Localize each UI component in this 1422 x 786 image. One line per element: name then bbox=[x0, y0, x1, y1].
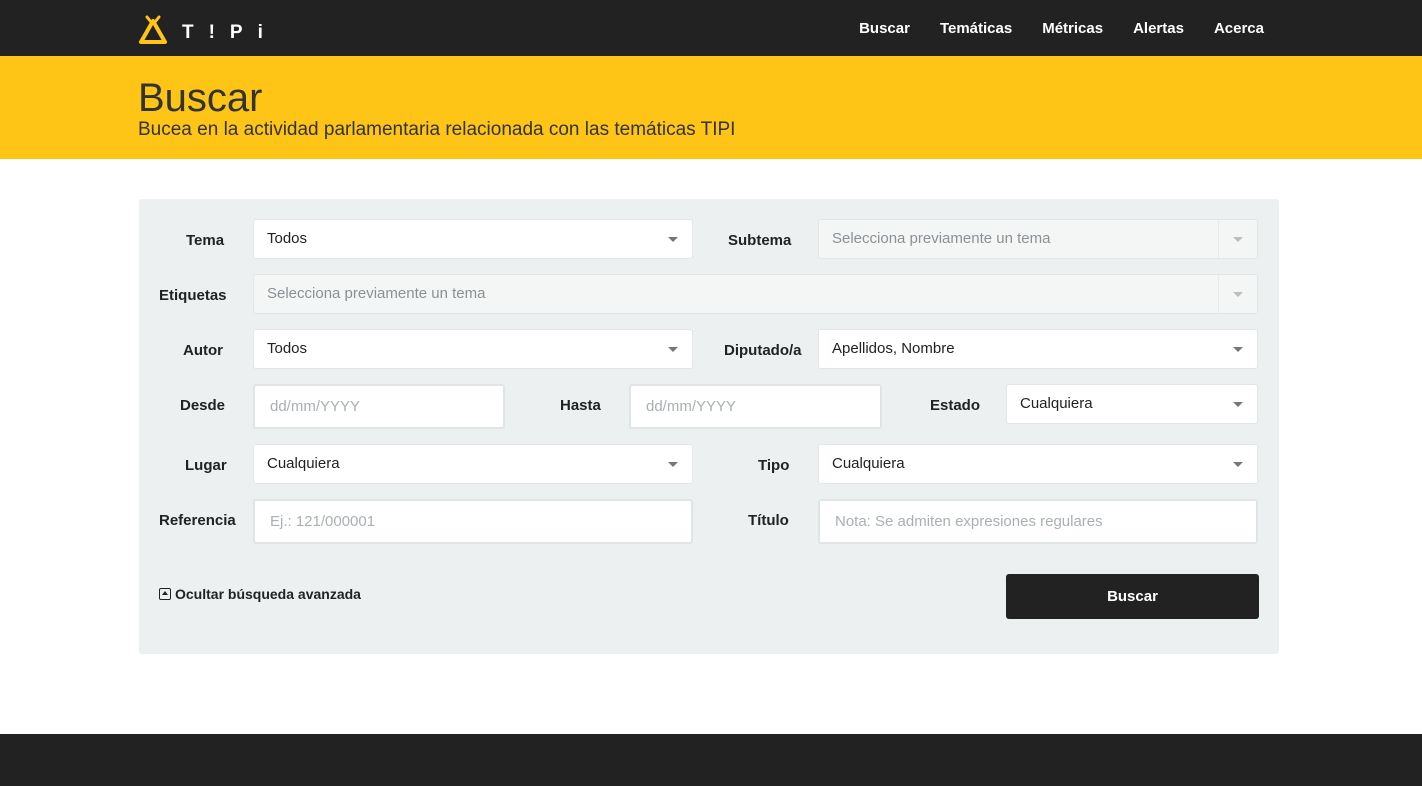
chevron-down-icon bbox=[1233, 402, 1243, 407]
tipi-tent-icon bbox=[139, 15, 167, 44]
collapse-up-icon bbox=[159, 588, 171, 600]
titulo-input[interactable] bbox=[818, 499, 1258, 544]
subtema-label: Subtema bbox=[728, 232, 792, 249]
autor-select[interactable]: Todos bbox=[253, 329, 693, 369]
subtema-value: Selecciona previamente un tema bbox=[832, 230, 1051, 247]
toggle-advanced-search[interactable]: Ocultar búsqueda avanzada bbox=[159, 586, 361, 602]
estado-select[interactable]: Cualquiera bbox=[1006, 384, 1258, 424]
page-header: Buscar Bucea en la actividad parlamentar… bbox=[0, 56, 1422, 159]
search-button[interactable]: Buscar bbox=[1006, 574, 1259, 619]
hasta-date-input[interactable] bbox=[629, 384, 882, 429]
toggle-advanced-label: Ocultar búsqueda avanzada bbox=[175, 586, 361, 602]
hasta-label: Hasta bbox=[560, 397, 601, 414]
chevron-down-icon bbox=[668, 347, 678, 352]
chevron-down-icon bbox=[668, 237, 678, 242]
page-title: Buscar bbox=[138, 76, 263, 120]
lugar-label: Lugar bbox=[185, 457, 227, 474]
desde-date-input[interactable] bbox=[253, 384, 505, 429]
select-divider bbox=[1218, 220, 1219, 258]
tipo-value: Cualquiera bbox=[832, 455, 905, 472]
chevron-down-icon bbox=[668, 462, 678, 467]
lugar-select[interactable]: Cualquiera bbox=[253, 444, 693, 484]
nav-alertas[interactable]: Alertas bbox=[1133, 20, 1184, 37]
etiquetas-select[interactable]: Selecciona previamente un tema bbox=[253, 274, 1258, 314]
autor-value: Todos bbox=[267, 340, 308, 357]
top-navbar: T!Pi Buscar Temáticas Métricas Alertas A… bbox=[0, 0, 1422, 56]
lugar-value: Cualquiera bbox=[267, 455, 340, 472]
chevron-down-icon bbox=[1233, 347, 1243, 352]
search-panel: Tema Todos Subtema Selecciona previament… bbox=[139, 199, 1279, 654]
page-subtitle: Bucea en la actividad parlamentaria rela… bbox=[138, 119, 736, 140]
desde-label: Desde bbox=[180, 397, 226, 414]
nav-acerca[interactable]: Acerca bbox=[1214, 20, 1264, 37]
nav-buscar[interactable]: Buscar bbox=[859, 20, 910, 37]
chevron-down-icon bbox=[1233, 237, 1243, 242]
select-divider bbox=[1218, 275, 1219, 313]
referencia-input[interactable] bbox=[253, 499, 693, 544]
logo-wordmark: T!Pi bbox=[182, 22, 278, 43]
estado-value: Cualquiera bbox=[1020, 395, 1093, 412]
nav-metricas[interactable]: Métricas bbox=[1042, 20, 1103, 37]
autor-label: Autor bbox=[183, 342, 223, 359]
tema-select[interactable]: Todos bbox=[253, 219, 693, 259]
subtema-select[interactable]: Selecciona previamente un tema bbox=[818, 219, 1258, 259]
footer bbox=[0, 734, 1422, 786]
logo[interactable]: T!Pi bbox=[138, 14, 278, 46]
tipo-label: Tipo bbox=[758, 457, 790, 474]
main-nav: Buscar Temáticas Métricas Alertas Acerca bbox=[829, 0, 1264, 56]
etiquetas-label: Etiquetas bbox=[159, 287, 227, 304]
chevron-down-icon bbox=[1233, 462, 1243, 467]
diputado-label: Diputado/a bbox=[724, 342, 802, 359]
diputado-value: Apellidos, Nombre bbox=[832, 340, 955, 357]
titulo-label: Título bbox=[748, 512, 789, 529]
referencia-label: Referencia bbox=[159, 512, 236, 529]
estado-label: Estado bbox=[930, 397, 981, 414]
tipo-select[interactable]: Cualquiera bbox=[818, 444, 1258, 484]
chevron-down-icon bbox=[1233, 292, 1243, 297]
diputado-select[interactable]: Apellidos, Nombre bbox=[818, 329, 1258, 369]
nav-tematicas[interactable]: Temáticas bbox=[940, 20, 1012, 37]
etiquetas-value: Selecciona previamente un tema bbox=[267, 285, 486, 302]
tema-value: Todos bbox=[267, 230, 308, 247]
tema-label: Tema bbox=[186, 232, 225, 249]
